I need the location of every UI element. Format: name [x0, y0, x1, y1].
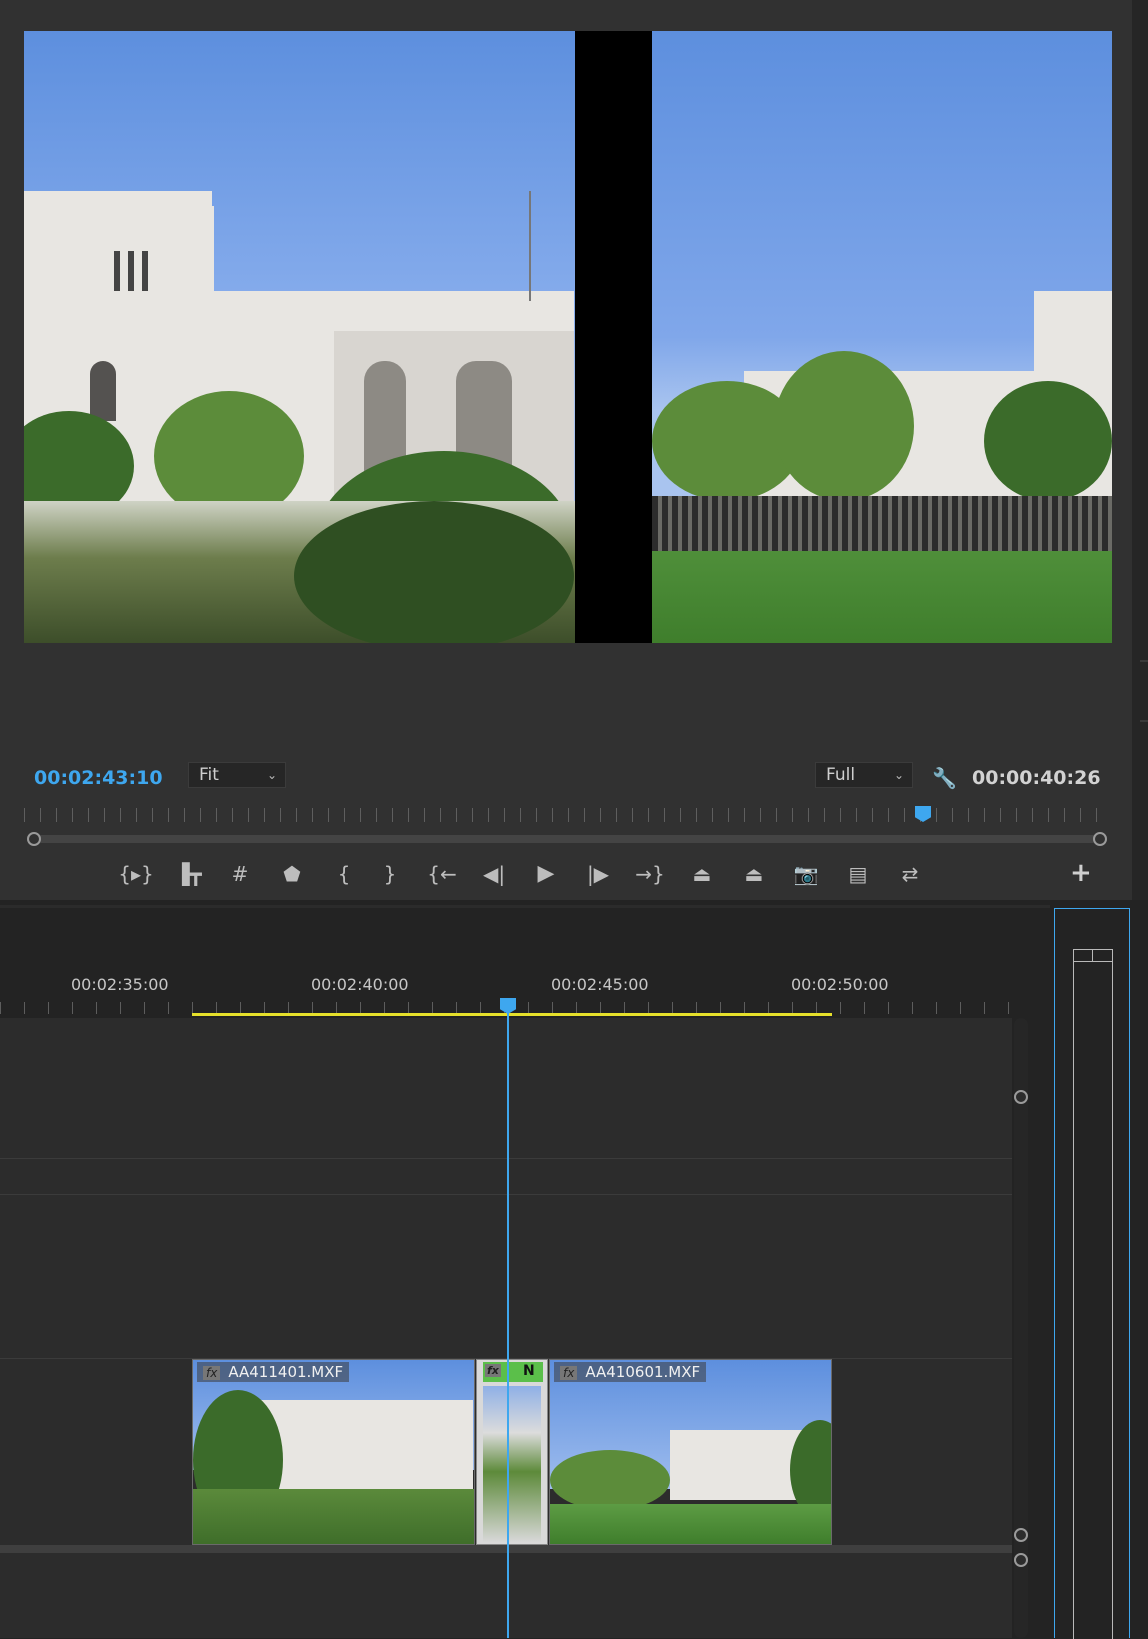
comparison-view-icon[interactable]: ▤	[836, 856, 880, 892]
extract-icon[interactable]: ⏏	[732, 856, 776, 892]
marker-icon[interactable]: ⬟	[270, 856, 314, 892]
resolution-select-value: Full	[826, 765, 856, 785]
transition-header: fx N	[483, 1362, 543, 1382]
panel-edge	[1132, 0, 1148, 900]
play-icon[interactable]: ▶	[524, 856, 568, 892]
go-to-in-icon[interactable]: {←	[420, 856, 464, 892]
ruler-time-label: 00:02:50:00	[791, 975, 889, 994]
wrench-icon[interactable]: 🔧	[932, 766, 957, 790]
ruler-time-label: 00:02:40:00	[311, 975, 409, 994]
resolution-select[interactable]: Full ⌄	[815, 762, 913, 788]
mark-in-out-icon[interactable]: ▐┳	[166, 856, 210, 892]
transition-label: N	[523, 1363, 535, 1379]
audio-meter	[1073, 949, 1113, 1639]
audio-meter-panel	[1054, 908, 1130, 1639]
fx-badge: fx	[560, 1366, 578, 1380]
export-frame-icon[interactable]: 📷	[784, 856, 828, 892]
safe-margins-icon[interactable]: #	[218, 856, 262, 892]
timeline-playhead-line[interactable]	[507, 1008, 509, 1638]
tree-shape	[774, 351, 914, 501]
mark-in-icon[interactable]: {	[322, 856, 366, 892]
scroll-start-handle[interactable]	[27, 832, 41, 846]
transition-clip[interactable]: fx N	[476, 1359, 548, 1545]
monitor-time-ruler[interactable]	[24, 808, 1106, 822]
lift-icon[interactable]: ⏏	[680, 856, 724, 892]
timeline-clip[interactable]: fx AA411401.MXF	[192, 1359, 475, 1545]
go-to-out-icon[interactable]: →}	[628, 856, 672, 892]
scroll-handle[interactable]	[1014, 1528, 1028, 1542]
chevron-down-icon: ⌄	[893, 768, 904, 782]
timeline-clip[interactable]: fx AA410601.MXF	[549, 1359, 832, 1545]
scroll-end-handle[interactable]	[1093, 832, 1107, 846]
zoom-select-value: Fit	[199, 765, 219, 785]
lawn-shape	[652, 551, 1112, 643]
bush-shape	[294, 501, 574, 643]
clip-name: AA411401.MXF	[228, 1363, 344, 1381]
step-back-icon[interactable]: ◀|	[472, 856, 516, 892]
tree-shape	[550, 1450, 670, 1510]
video-frame[interactable]	[24, 31, 1112, 643]
window-slit	[114, 251, 120, 291]
clip-ground	[193, 1488, 474, 1544]
fx-badge: fx	[485, 1364, 501, 1377]
toggle-proxies-icon[interactable]: ⇄	[888, 856, 932, 892]
window-slit	[142, 251, 148, 291]
flagpole	[529, 191, 531, 301]
clip-ground	[550, 1503, 831, 1544]
zoom-select[interactable]: Fit ⌄	[188, 762, 286, 788]
add-marker-icon[interactable]: {▸}	[114, 856, 158, 892]
clip-name: AA410601.MXF	[585, 1363, 701, 1381]
arch-shape	[90, 361, 116, 421]
scroll-handle[interactable]	[1014, 1553, 1028, 1567]
ruler-time-label: 00:02:35:00	[71, 975, 169, 994]
clip-label: fx AA410601.MXF	[554, 1362, 707, 1382]
program-monitor: 00:02:43:10 Fit ⌄ Full ⌄ 🔧 00:00:40:26 {…	[0, 0, 1132, 900]
clip-label: fx AA411401.MXF	[197, 1362, 350, 1382]
vertical-scrollbar[interactable]	[1014, 1018, 1028, 1638]
monitor-scrub-bar[interactable]	[34, 835, 1102, 843]
track-divider[interactable]	[0, 1545, 1012, 1553]
scroll-handle[interactable]	[1014, 1090, 1028, 1104]
work-area-bar[interactable]	[192, 1013, 832, 1016]
window-slit	[128, 251, 134, 291]
tree-shape	[984, 381, 1112, 501]
add-button[interactable]: +	[1070, 858, 1092, 888]
ruler-time-label: 00:02:45:00	[551, 975, 649, 994]
fx-badge: fx	[203, 1366, 221, 1380]
mark-out-icon[interactable]: }	[368, 856, 412, 892]
transition-thumbnail	[483, 1386, 541, 1542]
black-divider	[575, 31, 652, 643]
duration-timecode: 00:00:40:26	[972, 767, 1101, 789]
step-forward-icon[interactable]: |▶	[576, 856, 620, 892]
chevron-down-icon: ⌄	[266, 768, 277, 782]
playhead-timecode[interactable]: 00:02:43:10	[34, 767, 163, 789]
